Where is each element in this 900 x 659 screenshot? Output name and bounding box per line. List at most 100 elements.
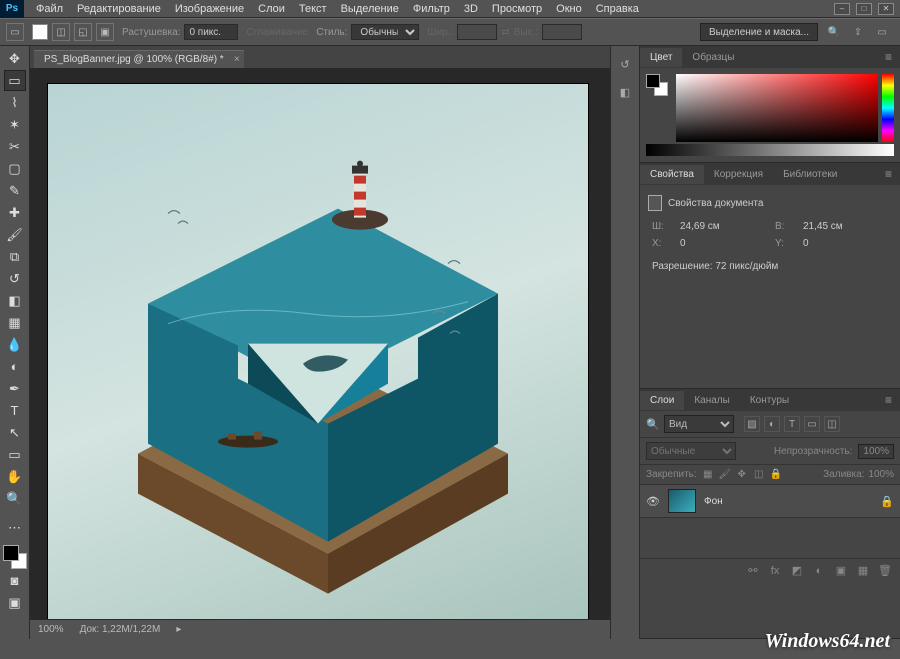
style-select[interactable]: Обычный	[351, 24, 419, 40]
delete-layer-icon[interactable]: 🗑	[878, 564, 892, 577]
stamp-tool[interactable]: ⧉	[4, 246, 26, 267]
foreground-color-swatch[interactable]	[3, 545, 19, 561]
panel-menu-icon[interactable]: ≡	[877, 389, 900, 411]
search-icon[interactable]: 🔍	[826, 24, 842, 40]
lock-paint-icon[interactable]: 🖌	[718, 469, 732, 480]
crop-tool[interactable]: ✂	[4, 136, 26, 157]
window-maximize-button[interactable]: □	[856, 3, 872, 15]
tab-color[interactable]: Цвет	[640, 48, 682, 67]
filter-pixel-icon[interactable]: ▧	[744, 416, 760, 432]
shape-tool[interactable]: ▭	[4, 444, 26, 465]
properties-panel-icon[interactable]: ◧	[615, 82, 635, 102]
gradient-tool[interactable]: ▦	[4, 312, 26, 333]
tool-preset-icon[interactable]: ▭	[6, 23, 24, 41]
menu-view[interactable]: Просмотр	[486, 1, 548, 17]
link-layers-icon[interactable]: ⚯	[746, 564, 760, 577]
filter-type-icon[interactable]: T	[784, 416, 800, 432]
document-tab[interactable]: PS_BlogBanner.jpg @ 100% (RGB/8#) * ×	[34, 50, 244, 68]
menu-text[interactable]: Текст	[293, 1, 333, 17]
selection-add-icon[interactable]: ◫	[52, 23, 70, 41]
eyedropper-tool[interactable]: ✎	[4, 180, 26, 201]
menu-file[interactable]: Файл	[30, 1, 69, 17]
hue-slider[interactable]	[882, 74, 894, 142]
edit-toolbar-icon[interactable]: ⋯	[4, 517, 26, 538]
menu-help[interactable]: Справка	[590, 1, 645, 17]
healing-tool[interactable]: ✚	[4, 202, 26, 223]
panel-menu-icon[interactable]: ≡	[877, 163, 900, 185]
filter-shape-icon[interactable]: ▭	[804, 416, 820, 432]
move-tool[interactable]: ✥	[4, 48, 26, 69]
menu-edit[interactable]: Редактирование	[71, 1, 167, 17]
menu-filter[interactable]: Фильтр	[407, 1, 456, 17]
color-field[interactable]	[676, 74, 878, 142]
history-panel-icon[interactable]: ↺	[615, 54, 635, 74]
marquee-tool[interactable]: ▭	[4, 70, 26, 91]
layer-thumbnail[interactable]	[668, 489, 696, 513]
tab-paths[interactable]: Контуры	[740, 391, 799, 410]
color-swatches[interactable]	[646, 74, 668, 96]
filter-adjust-icon[interactable]: ◐	[764, 416, 780, 432]
type-tool[interactable]: T	[4, 400, 26, 421]
zoom-tool[interactable]: 🔍	[4, 488, 26, 509]
selection-subtract-icon[interactable]: ◱	[74, 23, 92, 41]
menu-image[interactable]: Изображение	[169, 1, 250, 17]
workspace-icon[interactable]: ▭	[874, 24, 890, 40]
canvas-area[interactable]	[30, 68, 610, 619]
canvas[interactable]	[48, 84, 588, 619]
lock-icon[interactable]: 🔒	[880, 495, 894, 508]
adjustment-layer-icon[interactable]: ◐	[812, 565, 826, 577]
new-layer-icon[interactable]: ▦	[856, 564, 870, 577]
visibility-icon[interactable]: 👁	[646, 495, 660, 508]
quick-select-tool[interactable]: ✶	[4, 114, 26, 135]
close-icon[interactable]: ×	[234, 54, 240, 65]
select-and-mask-button[interactable]: Выделение и маска...	[700, 23, 818, 41]
layer-fx-icon[interactable]: fx	[768, 565, 782, 577]
opacity-value[interactable]: 100%	[858, 444, 894, 459]
window-minimize-button[interactable]: –	[834, 3, 850, 15]
screen-mode-icon[interactable]: ▣	[4, 592, 26, 613]
tab-adjustments[interactable]: Коррекция	[704, 165, 773, 184]
feather-input[interactable]	[184, 24, 238, 40]
lock-all-icon[interactable]: 🔒	[769, 469, 783, 480]
color-picker[interactable]	[3, 545, 27, 569]
menu-3d[interactable]: 3D	[458, 1, 484, 17]
tab-layers[interactable]: Слои	[640, 391, 684, 410]
group-icon[interactable]: ▣	[834, 564, 848, 577]
menu-window[interactable]: Окно	[550, 1, 588, 17]
blend-mode-select[interactable]: Обычные	[646, 442, 736, 460]
blur-tool[interactable]: 💧	[4, 334, 26, 355]
search-icon[interactable]: 🔍	[646, 418, 658, 430]
share-icon[interactable]: ⇪	[850, 24, 866, 40]
quick-mask-icon[interactable]: ◙	[4, 570, 26, 591]
tab-libraries[interactable]: Библиотеки	[773, 165, 847, 184]
menu-layers[interactable]: Слои	[252, 1, 291, 17]
tab-swatches[interactable]: Образцы	[682, 48, 744, 67]
eraser-tool[interactable]: ◧	[4, 290, 26, 311]
window-close-button[interactable]: ✕	[878, 3, 894, 15]
lock-artboard-icon[interactable]: ◫	[752, 469, 766, 480]
brush-tool[interactable]: 🖌	[4, 224, 26, 245]
tab-properties[interactable]: Свойства	[640, 165, 704, 184]
selection-intersect-icon[interactable]: ▣	[96, 23, 114, 41]
lasso-tool[interactable]: ⌇	[4, 92, 26, 113]
frame-tool[interactable]: ▢	[4, 158, 26, 179]
filter-kind-select[interactable]: Вид	[664, 415, 734, 433]
lock-transparent-icon[interactable]: ▦	[701, 469, 715, 480]
tab-channels[interactable]: Каналы	[684, 391, 740, 410]
status-arrow-icon[interactable]: ▸	[176, 624, 181, 635]
layer-item[interactable]: 👁 Фон 🔒	[640, 485, 900, 518]
layer-mask-icon[interactable]: ◩	[790, 564, 804, 577]
hand-tool[interactable]: ✋	[4, 466, 26, 487]
lock-position-icon[interactable]: ✥	[735, 469, 749, 480]
zoom-level[interactable]: 100%	[38, 624, 64, 635]
panel-menu-icon[interactable]: ≡	[877, 46, 900, 68]
history-brush-tool[interactable]: ↺	[4, 268, 26, 289]
dodge-tool[interactable]: ◐	[4, 356, 26, 377]
fill-value[interactable]: 100%	[868, 469, 894, 480]
menu-select[interactable]: Выделение	[335, 1, 405, 17]
layer-name[interactable]: Фон	[704, 496, 872, 507]
path-select-tool[interactable]: ↖	[4, 422, 26, 443]
pen-tool[interactable]: ✒	[4, 378, 26, 399]
selection-new-icon[interactable]	[32, 24, 48, 40]
filter-smart-icon[interactable]: ◫	[824, 416, 840, 432]
